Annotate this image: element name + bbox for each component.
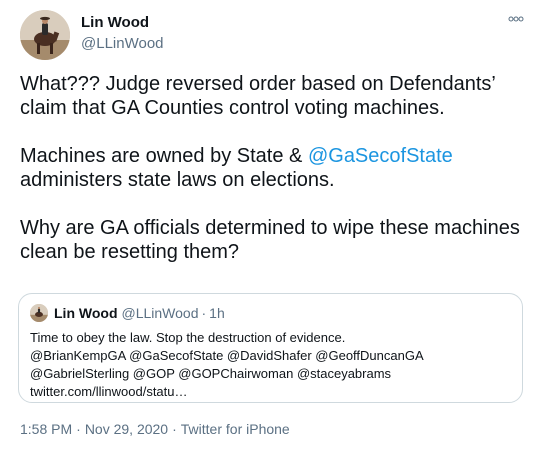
tweet-paragraph-3: Why are GA officials determined to wipe … <box>20 217 520 263</box>
quoted-text-link[interactable]: twitter.com/llinwood/statu… <box>30 383 515 401</box>
quoted-text-line: @BrianKempGA @GaSecofState @DavidShafer … <box>30 348 424 363</box>
quoted-text-line: Time to obey the law. Stop the destructi… <box>30 330 346 345</box>
tweet-paragraph-2-end: administers state laws on elections. <box>20 169 335 191</box>
tweet: Lin Wood @LLinWood What??? Judge reverse… <box>0 0 539 459</box>
author-display-name[interactable]: Lin Wood <box>81 14 164 32</box>
author-avatar[interactable] <box>20 10 70 60</box>
quoted-tweet[interactable]: Lin Wood @LLinWood · 1h Time to obey the… <box>18 293 523 403</box>
tweet-paragraph-2-start: Machines are owned by State & <box>20 145 308 167</box>
tweet-text: What??? Judge reversed order based on De… <box>20 72 525 288</box>
avatar-image <box>20 10 70 60</box>
quoted-text-line: @GabrielSterling @GOP @GOPChairwoman @st… <box>30 366 392 381</box>
quoted-timestamp: 1h <box>209 305 225 321</box>
tweet-paragraph-1: What??? Judge reversed order based on De… <box>20 73 496 119</box>
quoted-tweet-header: Lin Wood @LLinWood · 1h <box>30 304 225 322</box>
tweet-source[interactable]: Twitter for iPhone <box>181 421 290 437</box>
tweet-paragraph-2: Machines are owned by State & @GaSecofSt… <box>20 144 525 192</box>
quoted-tweet-text: Time to obey the law. Stop the destructi… <box>30 329 515 401</box>
tweet-date[interactable]: Nov 29, 2020 <box>85 421 168 437</box>
quoted-author-handle: @LLinWood <box>121 305 199 321</box>
author-block[interactable]: Lin Wood @LLinWood <box>81 14 164 53</box>
meta-separator: · <box>172 421 177 437</box>
quoted-separator: · <box>201 305 207 321</box>
quoted-author-name: Lin Wood <box>54 305 118 321</box>
tweet-time[interactable]: 1:58 PM <box>20 421 72 437</box>
meta-separator: · <box>76 421 81 437</box>
quoted-avatar-image <box>30 304 48 322</box>
quoted-author-avatar[interactable] <box>30 304 48 322</box>
tweet-meta: 1:58 PM · Nov 29, 2020 · Twitter for iPhone <box>20 421 290 437</box>
more-options-icon[interactable] <box>508 16 524 22</box>
author-handle[interactable]: @LLinWood <box>81 35 164 53</box>
mention-link-gasecofstate[interactable]: @GaSecofState <box>308 145 453 167</box>
